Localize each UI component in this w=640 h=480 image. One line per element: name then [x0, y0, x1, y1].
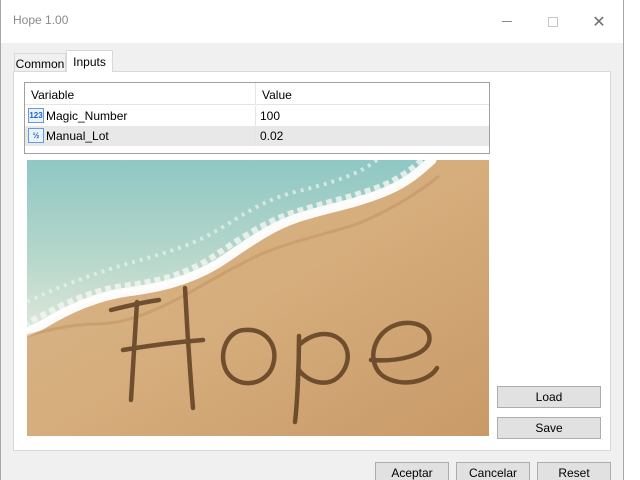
table-row[interactable]: 123 Magic_Number 100 — [25, 106, 489, 126]
dialog-window: Hope 1.00 ✕ Common Inputs Variable Value… — [0, 0, 624, 480]
save-button[interactable]: Save — [497, 417, 601, 439]
hope-beach-picture — [27, 160, 489, 436]
close-button[interactable]: ✕ — [576, 0, 622, 43]
fraction-icon: ½ — [28, 128, 44, 143]
integer-icon: 123 — [28, 108, 44, 123]
maximize-icon — [548, 16, 558, 27]
minimize-button[interactable] — [484, 0, 530, 43]
parameters-table: Variable Value 123 Magic_Number 100 ½ Ma… — [24, 82, 490, 154]
reset-button[interactable]: Reset — [537, 462, 611, 480]
table-row[interactable]: ½ Manual_Lot 0.02 — [25, 126, 489, 146]
beach-illustration — [27, 160, 489, 436]
column-header-variable[interactable]: Variable — [31, 88, 74, 102]
column-header-value[interactable]: Value — [262, 88, 292, 102]
load-button[interactable]: Load — [497, 386, 601, 408]
window-title: Hope 1.00 — [13, 13, 69, 27]
column-divider[interactable] — [255, 83, 256, 104]
title-bar: Hope 1.00 ✕ — [1, 0, 623, 43]
tab-inputs[interactable]: Inputs — [66, 50, 113, 72]
column-divider — [255, 126, 256, 146]
variable-value[interactable]: 0.02 — [260, 129, 283, 143]
tab-common[interactable]: Common — [14, 53, 66, 73]
variable-name: Manual_Lot — [46, 129, 109, 143]
table-header: Variable Value — [25, 83, 489, 105]
accept-button[interactable]: Aceptar — [375, 462, 449, 480]
column-divider — [255, 106, 256, 126]
variable-value[interactable]: 100 — [260, 109, 280, 123]
minimize-icon — [502, 21, 512, 22]
maximize-button[interactable] — [530, 0, 576, 43]
cancel-button[interactable]: Cancelar — [456, 462, 530, 480]
variable-name: Magic_Number — [46, 109, 128, 123]
close-icon: ✕ — [592, 13, 606, 31]
